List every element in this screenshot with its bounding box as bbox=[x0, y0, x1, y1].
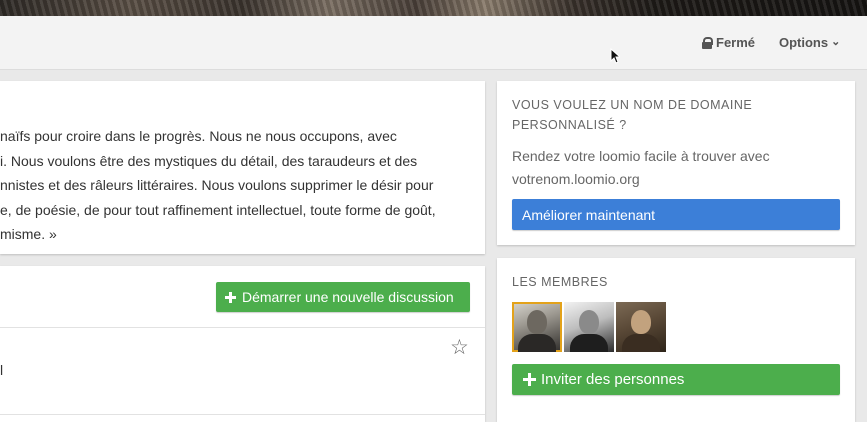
star-icon[interactable]: ☆ bbox=[450, 337, 469, 358]
privacy-status-label: Fermé bbox=[716, 35, 756, 50]
plus-icon bbox=[225, 291, 236, 303]
invite-people-label: Inviter des personnes bbox=[541, 371, 685, 388]
privacy-status: Fermé bbox=[702, 35, 755, 50]
custom-domain-title-line1: VOUS VOULEZ UN NOM DE DOMAINE bbox=[512, 98, 753, 112]
mouse-cursor-icon bbox=[610, 48, 620, 64]
member-avatar[interactable] bbox=[512, 302, 562, 352]
members-title: LES MEMBRES bbox=[512, 275, 608, 289]
upgrade-now-button[interactable]: Améliorer maintenant bbox=[512, 199, 840, 230]
member-avatar[interactable] bbox=[616, 302, 666, 352]
custom-domain-title-line2: PERSONNALISÉ ? bbox=[512, 118, 627, 132]
new-discussion-label: Démarrer une nouvelle discussion bbox=[242, 289, 454, 305]
options-dropdown[interactable]: Options ⌄ bbox=[779, 35, 840, 50]
divider bbox=[0, 414, 485, 415]
group-description-text: naïfs pour croire dans le progrès. Nous … bbox=[0, 128, 436, 242]
group-cover-image bbox=[0, 0, 867, 16]
divider bbox=[0, 327, 485, 328]
custom-domain-text: Rendez votre loomio facile à trouver ave… bbox=[512, 148, 770, 187]
group-description-card: naïfs pour croire dans le progrès. Nous … bbox=[0, 81, 485, 254]
custom-domain-card: VOUS VOULEZ UN NOM DE DOMAINE PERSONNALI… bbox=[497, 81, 855, 245]
member-avatars bbox=[512, 302, 666, 352]
discussion-title[interactable]: l bbox=[0, 362, 3, 378]
member-avatar[interactable] bbox=[564, 302, 614, 352]
members-card: LES MEMBRES Inviter des personnes bbox=[497, 258, 855, 422]
invite-people-button[interactable]: Inviter des personnes bbox=[512, 364, 840, 395]
options-label: Options bbox=[779, 35, 829, 50]
new-discussion-button[interactable]: Démarrer une nouvelle discussion bbox=[216, 282, 470, 312]
group-topbar: Fermé Options ⌄ bbox=[0, 16, 867, 70]
discussions-card: Démarrer une nouvelle discussion ☆ l bbox=[0, 266, 485, 422]
plus-icon bbox=[523, 373, 536, 386]
lock-icon bbox=[702, 36, 713, 49]
chevron-down-icon: ⌄ bbox=[831, 36, 841, 48]
